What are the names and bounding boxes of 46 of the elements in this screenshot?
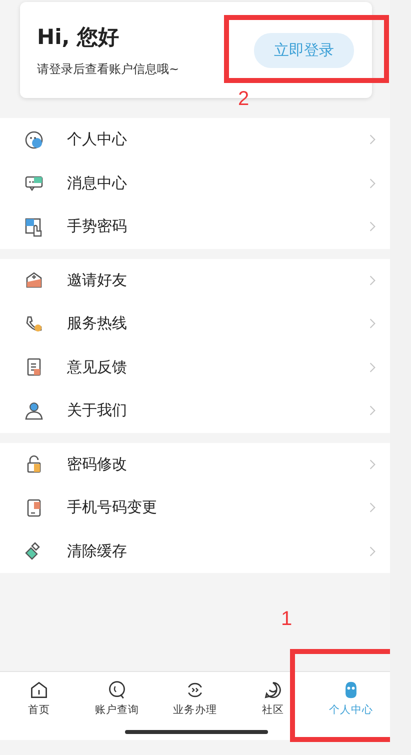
home-icon — [29, 680, 49, 700]
tab[interactable]: 社区 — [234, 680, 312, 720]
menu-label: 清除缓存 — [67, 542, 128, 561]
login-hint: 请登录后查看账户信息哦~ — [37, 60, 180, 78]
chevron-icon — [369, 134, 376, 146]
menu-item[interactable]: 服务热线 — [0, 302, 390, 346]
menu-label: 邀请好友 — [67, 270, 128, 290]
chevron-icon — [369, 178, 376, 189]
arrows-icon — [185, 680, 205, 700]
chevron-icon — [369, 502, 376, 514]
envelope-icon — [24, 270, 44, 290]
menu-label: 个人中心 — [67, 130, 128, 150]
hand-icon — [24, 216, 44, 237]
menu-item[interactable]: 消息中心 — [0, 162, 390, 205]
menu-label: 手机号码变更 — [67, 498, 158, 518]
menu-item[interactable]: 邀请好友 — [0, 258, 390, 302]
menu-label: 消息中心 — [67, 174, 128, 193]
chevron-icon — [369, 274, 376, 286]
chevron-icon — [369, 318, 376, 330]
tab[interactable]: 账户查询 — [78, 680, 156, 720]
menu-item[interactable]: 清除缓存 — [0, 530, 390, 573]
menu-label: 手势密码 — [67, 217, 128, 236]
chevron-icon — [369, 458, 376, 470]
tab[interactable]: 首页 — [0, 680, 78, 720]
menu-label: 意见反馈 — [67, 358, 128, 377]
tab[interactable]: 业务办理 — [156, 680, 234, 720]
people-icon — [24, 400, 44, 421]
menu-item[interactable]: 关于我们 — [0, 389, 390, 432]
annotation-number: 1 — [281, 608, 292, 631]
chevron-icon — [369, 221, 376, 232]
menu-label: 服务热线 — [67, 314, 128, 334]
menu-item[interactable]: 个人中心 — [0, 118, 390, 162]
menu-item[interactable]: 手势密码 — [0, 205, 390, 248]
chevron-icon — [369, 362, 376, 373]
menu-label: 关于我们 — [67, 401, 128, 420]
menu-item[interactable]: 密码修改 — [0, 442, 390, 486]
menu-label: 密码修改 — [67, 454, 128, 474]
annotation-number: 2 — [238, 88, 250, 111]
chevron-icon — [369, 546, 376, 557]
menu-item[interactable]: 意见反馈 — [0, 346, 390, 389]
chevron-icon — [369, 405, 376, 416]
phone-icon — [24, 314, 44, 334]
face-icon — [24, 130, 44, 150]
greeting: Hi, 您好 — [37, 24, 120, 50]
menu-item[interactable]: 手机号码变更 — [0, 486, 390, 530]
search-icon — [107, 680, 127, 700]
